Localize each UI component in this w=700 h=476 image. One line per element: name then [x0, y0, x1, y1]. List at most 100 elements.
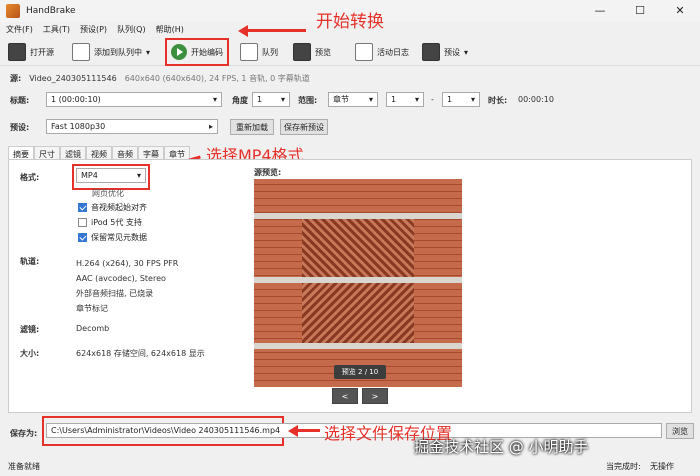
tracks-list: H.264 (x264), 30 FPS PFR AAC (avcodec), …: [76, 256, 178, 316]
log-icon: [355, 43, 373, 61]
watermark: 掘金技术社区 @ 小明助手: [414, 438, 589, 456]
range-from-value: 1: [391, 95, 397, 104]
filters-value: Decomb: [76, 324, 110, 333]
status-text: 准备就绪: [8, 462, 40, 471]
presets-label: 预设: [444, 47, 460, 57]
ipod-checkbox[interactable]: [78, 218, 87, 227]
preview-label: 预览: [315, 47, 331, 57]
window-title: HandBrake: [26, 6, 76, 16]
track-item: AAC (avcodec), Stereo: [76, 274, 166, 283]
presets-icon: [422, 43, 440, 61]
preview-button[interactable]: 预览: [293, 42, 331, 62]
source-name: Video_240305111546: [29, 74, 117, 83]
source-label: 源:: [10, 74, 22, 83]
preview-icon: [293, 43, 311, 61]
annotation-arrow: [246, 29, 306, 32]
angle-select[interactable]: 1 ▾: [252, 92, 290, 107]
menu-help[interactable]: 帮助(H): [156, 24, 184, 35]
annotation-start: 开始转换: [316, 12, 384, 32]
source-row: 源: Video_240305111546 640x640 (640x640),…: [10, 73, 310, 84]
handbrake-app-icon: [6, 4, 20, 18]
source-preview-image: [254, 179, 462, 387]
maximize-icon[interactable]: ☐: [620, 0, 660, 22]
range-to-select[interactable]: 1 ▾: [442, 92, 480, 107]
align-av-label: 音视频起始对齐: [91, 203, 147, 212]
chevron-down-icon: ▾: [414, 95, 419, 104]
play-icon: [171, 44, 187, 60]
duration-label: 时长:: [488, 96, 508, 105]
open-source-button[interactable]: 打开源: [8, 42, 54, 62]
menu-presets[interactable]: 预设(P): [80, 24, 107, 35]
track-item: H.264 (x264), 30 FPS PFR: [76, 259, 179, 268]
chevron-down-icon: ▾: [136, 171, 141, 180]
ipod-option[interactable]: iPod 5代 支持: [78, 215, 142, 230]
queue-label: 队列: [262, 47, 278, 57]
web-optimized-option[interactable]: 网页优化: [92, 186, 124, 201]
film-icon: [8, 43, 26, 61]
add-to-queue-button[interactable]: 添加到队列中 ▾: [72, 42, 150, 62]
close-icon[interactable]: ✕: [660, 0, 700, 22]
activity-log-button[interactable]: 活动日志: [355, 42, 409, 62]
chevron-down-icon: ▾: [280, 95, 285, 104]
range-value: 章节: [333, 95, 349, 104]
ipod-label: iPod 5代 支持: [91, 218, 142, 227]
add-queue-icon: [72, 43, 90, 61]
reload-preset-button[interactable]: 重新加载: [230, 119, 274, 135]
open-source-label: 打开源: [30, 47, 54, 57]
preset-select[interactable]: Fast 1080p30 ▸: [46, 119, 218, 134]
passthru-meta-checkbox[interactable]: [78, 233, 87, 242]
align-av-checkbox[interactable]: [78, 203, 87, 212]
menu-file[interactable]: 文件(F): [6, 24, 33, 35]
passthru-meta-option[interactable]: 保留常见元数据: [78, 230, 147, 245]
angle-value: 1: [257, 95, 263, 104]
duration-value: 00:00:10: [518, 95, 554, 104]
preview-prev-button[interactable]: <: [332, 388, 358, 404]
range-label: 范围:: [298, 96, 318, 105]
title-label: 标题:: [10, 96, 30, 105]
format-value: MP4: [81, 171, 98, 180]
range-from-select[interactable]: 1 ▾: [386, 92, 424, 107]
filters-label: 滤镜:: [20, 325, 40, 334]
chevron-down-icon: ▾: [212, 95, 217, 104]
chevron-down-icon: ▾: [470, 95, 475, 104]
align-av-option[interactable]: 音视频起始对齐: [78, 200, 147, 215]
minimize-icon[interactable]: —: [580, 0, 620, 22]
tracks-label: 轨道:: [20, 257, 40, 266]
queue-icon: [240, 43, 258, 61]
save-new-preset-button[interactable]: 保存新预设: [280, 119, 328, 135]
browse-button[interactable]: 浏览: [666, 423, 694, 439]
save-as-label: 保存为:: [10, 429, 38, 438]
passthru-meta-label: 保留常见元数据: [91, 233, 147, 242]
preview-next-button[interactable]: >: [362, 388, 388, 404]
preset-value: Fast 1080p30: [51, 122, 106, 131]
presets-button[interactable]: 预设 ▾: [422, 42, 468, 62]
preset-label: 预设:: [10, 123, 30, 132]
menu-queue[interactable]: 队列(Q): [117, 24, 146, 35]
track-item: 外部音频扫描, 已烧录: [76, 289, 154, 298]
size-value: 624x618 存储空间, 624x618 显示: [76, 349, 205, 358]
start-encode-button[interactable]: 开始编码: [165, 38, 229, 66]
preview-badge: 预览 2 / 10: [334, 365, 386, 379]
angle-label: 角度: [232, 96, 248, 105]
when-done-select[interactable]: 无操作: [650, 461, 674, 472]
format-select[interactable]: MP4 ▾: [76, 168, 146, 183]
source-info: 640x640 (640x640), 24 FPS, 1 音轨, 0 字幕轨道: [124, 74, 310, 83]
when-done-label: 当完成时:: [606, 462, 641, 471]
range-type-select[interactable]: 章节 ▾: [328, 92, 378, 107]
format-label: 格式:: [20, 173, 40, 182]
source-preview-label: 源预览:: [254, 168, 282, 177]
add-to-queue-label: 添加到队列中: [94, 47, 142, 57]
track-item: 章节标记: [76, 304, 108, 313]
start-encode-label: 开始编码: [191, 47, 223, 57]
range-dash: -: [431, 95, 434, 104]
menu-tools[interactable]: 工具(T): [43, 24, 70, 35]
queue-button[interactable]: 队列: [240, 42, 278, 62]
annotation-arrow: [296, 429, 320, 432]
chevron-down-icon[interactable]: ▾: [146, 48, 150, 57]
chevron-down-icon[interactable]: ▾: [464, 48, 468, 57]
title-select[interactable]: 1 (00:00:10) ▾: [46, 92, 222, 107]
chevron-down-icon: ▾: [368, 95, 373, 104]
title-value: 1 (00:00:10): [51, 95, 101, 104]
toolbar: 打开源 添加到队列中 ▾ 开始编码 队列 预览 活动日志 预设 ▾: [0, 36, 700, 66]
chevron-right-icon: ▸: [208, 122, 213, 131]
